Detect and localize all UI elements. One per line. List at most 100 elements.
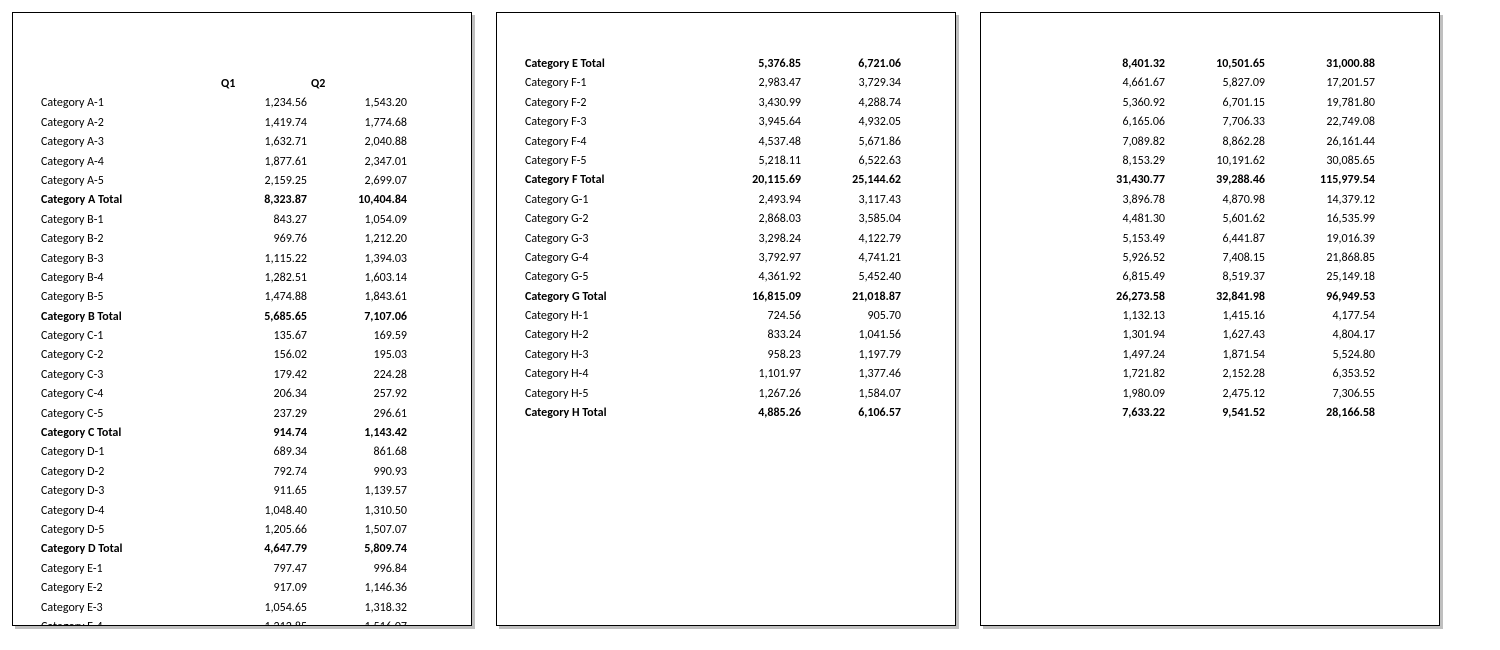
row-q2: 905.70 [803, 307, 903, 326]
row-label: Category F-2 [523, 94, 713, 113]
row-q4: 8,862.28 [1167, 133, 1267, 152]
table-row: Category D-2792.74990.93 [39, 463, 445, 482]
row-q1: 4,647.79 [219, 540, 309, 559]
row-q3: 6,815.49 [1067, 268, 1167, 287]
row-q1: 724.56 [713, 307, 803, 326]
row-label: Category D-5 [39, 521, 219, 540]
row-q2: 1,774.68 [309, 114, 409, 133]
row-total: 17,201.57 [1267, 74, 1377, 93]
table-row: Category D-3911.651,139.57 [39, 482, 445, 501]
table-row: Category B-31,115.221,394.03 [39, 250, 445, 269]
row-q4: 6,701.15 [1167, 94, 1267, 113]
row-q1: 16,815.09 [713, 288, 803, 307]
table-row: Category C-3179.42224.28 [39, 366, 445, 385]
table-page-2: Category E Total5,376.856,721.06 Category… [523, 31, 929, 423]
page-1: Q1 Q2 Category A-11,234.561,543.20Catego… [12, 12, 472, 626]
row-label: Category H-3 [523, 346, 713, 365]
row-q2: 169.59 [309, 327, 409, 346]
row-q4: 1,627.43 [1167, 326, 1267, 345]
row-q2: 1,603.14 [309, 269, 409, 288]
table-row: 5,926.527,408.1521,868.85 [1007, 249, 1413, 268]
row-q1: 2,983.47 [713, 74, 803, 93]
table-row: Category C-4206.34257.92 [39, 385, 445, 404]
table-row: 1,497.241,871.545,524.80 [1007, 346, 1413, 365]
row-label: Category B-1 [39, 211, 219, 230]
row-q2: 25,144.62 [803, 171, 903, 190]
row-q1: 958.23 [713, 346, 803, 365]
row-total: 5,524.80 [1267, 346, 1377, 365]
table-row: 4,481.305,601.6216,535.99 [1007, 210, 1413, 229]
row-q2: 3,585.04 [803, 210, 903, 229]
row-q1: 5,218.11 [713, 152, 803, 171]
row-q2: 1,146.36 [309, 579, 409, 598]
row-q4: 10,501.65 [1167, 55, 1267, 74]
row-q3: 1,301.94 [1067, 326, 1167, 345]
table-row: Category H-2833.241,041.56 [523, 326, 929, 345]
row-q2: 4,932.05 [803, 113, 903, 132]
row-q2: 4,122.79 [803, 230, 903, 249]
table-row: Category A-41,877.612,347.01 [39, 153, 445, 172]
row-q1: 3,430.99 [713, 94, 803, 113]
table-row: Category D-41,048.401,310.50 [39, 502, 445, 521]
row-q2: 1,507.07 [309, 521, 409, 540]
table-row: Category F-23,430.994,288.74 [523, 94, 929, 113]
row-q4: 2,152.28 [1167, 365, 1267, 384]
row-q2: 195.03 [309, 346, 409, 365]
row-q2: 224.28 [309, 366, 409, 385]
row-q1: 1,101.97 [713, 365, 803, 384]
row-label: Category D-3 [39, 482, 219, 501]
row-label: Category D-1 [39, 443, 219, 462]
row-label: Category G-1 [523, 191, 713, 210]
row-label: Category G Total [523, 288, 713, 307]
row-q3: 1,980.09 [1067, 385, 1167, 404]
row-q1: 917.09 [219, 579, 309, 598]
page-2: Category E Total5,376.856,721.06 Category… [496, 12, 956, 626]
row-q3: 26,273.58 [1067, 288, 1167, 307]
row-q1: 4,885.26 [713, 404, 803, 423]
row-q2: 1,377.46 [803, 365, 903, 384]
row-total: 31,000.88 [1267, 55, 1377, 74]
table-row: Category F-33,945.644,932.05 [523, 113, 929, 132]
row-label: Category A-2 [39, 114, 219, 133]
row-q2: 1,212.20 [309, 230, 409, 249]
row-q2: 1,054.09 [309, 211, 409, 230]
row-q4: 5,827.09 [1167, 74, 1267, 93]
table-row: Category A-52,159.252,699.07 [39, 172, 445, 191]
row-label: Category D-4 [39, 502, 219, 521]
row-q1: 135.67 [219, 327, 309, 346]
table-row: Category D-51,205.661,507.07 [39, 521, 445, 540]
row-q2: 4,288.74 [803, 94, 903, 113]
row-label: Category B Total [39, 308, 219, 327]
row-q2: 990.93 [309, 463, 409, 482]
row-q2: 21,018.87 [803, 288, 903, 307]
row-q2: 3,117.43 [803, 191, 903, 210]
row-q1: 1,267.26 [713, 385, 803, 404]
table-page-3: 8,401.3210,501.6531,000.884,661.675,827.… [1007, 31, 1413, 423]
row-q2: 7,107.06 [309, 308, 409, 327]
row-q4: 32,841.98 [1167, 288, 1267, 307]
row-label: Category A-3 [39, 133, 219, 152]
table-row: Category E-2917.091,146.36 [39, 579, 445, 598]
table-row: Category E-31,054.651,318.32 [39, 599, 445, 618]
row-q1: 1,474.88 [219, 288, 309, 307]
table-row: Category B-41,282.511,603.14 [39, 269, 445, 288]
row-q2: 1,843.61 [309, 288, 409, 307]
row-q1: 1,877.61 [219, 153, 309, 172]
row-q2: 5,452.40 [803, 268, 903, 287]
row-q4: 7,706.33 [1167, 113, 1267, 132]
table-row: 5,360.926,701.1519,781.80 [1007, 94, 1413, 113]
row-label: Category G-3 [523, 230, 713, 249]
row-total: 96,949.53 [1267, 288, 1377, 307]
row-label: Category A Total [39, 191, 219, 210]
row-q1: 179.42 [219, 366, 309, 385]
table-row: Category C-1135.67169.59 [39, 327, 445, 346]
row-label: Category G-5 [523, 268, 713, 287]
row-label: Category F-3 [523, 113, 713, 132]
table-row: Category H-1724.56905.70 [523, 307, 929, 326]
table-row: Category E Total5,376.856,721.06 [523, 55, 929, 74]
row-q2: 1,516.07 [309, 618, 409, 626]
table-row: 5,153.496,441.8719,016.39 [1007, 230, 1413, 249]
row-q1: 3,298.24 [713, 230, 803, 249]
row-q3: 4,481.30 [1067, 210, 1167, 229]
row-q1: 1,212.85 [219, 618, 309, 626]
